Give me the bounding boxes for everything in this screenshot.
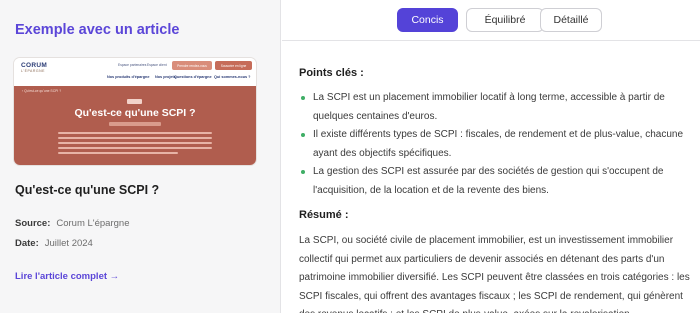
thumbnail-tag xyxy=(127,99,142,104)
bullet-dot-icon xyxy=(301,133,305,137)
bullet-dot-icon xyxy=(301,96,305,100)
date-label: Date: xyxy=(15,238,39,249)
thumbnail-text-line xyxy=(58,152,178,154)
article-title: Qu'est-ce qu'une SCPI ? xyxy=(15,183,160,197)
tab-concis[interactable]: Concis xyxy=(397,8,458,32)
thumbnail-nav-item: Nos projets xyxy=(155,75,176,79)
summary-panel: Concis Équilibré Détaillé Points clés : … xyxy=(282,0,700,313)
thumbnail-nav-item: Qui sommes-nous ? xyxy=(214,75,251,79)
thumbnail-top-link: Espace partenaires xyxy=(118,63,147,67)
read-full-article-link[interactable]: Lire l'article complet → xyxy=(15,271,119,282)
summary-text: La SCPI, ou société civile de placement … xyxy=(299,235,690,313)
thumbnail-meta-bar xyxy=(109,122,161,126)
corum-logo: CORUM xyxy=(21,62,48,69)
corum-logo-sub: L'ÉPARGNE xyxy=(21,69,45,73)
thumbnail-text-line xyxy=(58,132,212,134)
length-tabs: Concis Équilibré Détaillé xyxy=(282,0,700,41)
thumbnail-site-header: CORUM L'ÉPARGNE Espace partenaires Espac… xyxy=(14,58,256,86)
date-value: Juillet 2024 xyxy=(44,238,93,249)
key-point-text: Il existe différents types de SCPI : fis… xyxy=(313,129,684,159)
key-point-item: La SCPI est un placement immobilier loca… xyxy=(299,89,694,126)
thumbnail-text-line xyxy=(58,142,212,144)
key-point-text: La gestion des SCPI est assurée par des … xyxy=(313,166,664,196)
date-row: Date: Juillet 2024 xyxy=(15,238,93,249)
article-panel: Exemple avec un article CORUM L'ÉPARGNE … xyxy=(0,0,281,313)
bullet-dot-icon xyxy=(301,170,305,174)
key-point-text: La SCPI est un placement immobilier loca… xyxy=(313,92,665,122)
thumbnail-text-line xyxy=(58,137,212,139)
thumbnail-hero: › Qu'est-ce qu'une SCPI ? Qu'est-ce qu'u… xyxy=(14,86,256,165)
thumbnail-button: Souscrire en ligne xyxy=(215,61,252,70)
thumbnail-breadcrumb: › Qu'est-ce qu'une SCPI ? xyxy=(22,89,62,93)
thumbnail-button: Prendre rendez-vous xyxy=(172,61,212,70)
key-point-item: Il existe différents types de SCPI : fis… xyxy=(299,126,694,163)
source-value: Corum L'épargne xyxy=(56,218,130,229)
tab-equilibre[interactable]: Équilibré xyxy=(466,8,544,32)
article-thumbnail[interactable]: CORUM L'ÉPARGNE Espace partenaires Espac… xyxy=(14,58,256,165)
tab-detaille[interactable]: Détaillé xyxy=(540,8,602,32)
panel-heading: Exemple avec un article xyxy=(15,22,180,38)
thumbnail-nav-item: Nos produits d'épargne xyxy=(107,75,150,79)
source-label: Source: xyxy=(15,218,51,229)
key-point-item: La gestion des SCPI est assurée par des … xyxy=(299,163,694,200)
thumbnail-nav-item: Questions d'épargne xyxy=(174,75,212,79)
thumbnail-headline: Qu'est-ce qu'une SCPI ? xyxy=(74,107,196,119)
key-points-heading: Points clés : xyxy=(299,67,364,79)
source-row: Source: Corum L'épargne xyxy=(15,218,129,229)
summary-heading: Résumé : xyxy=(299,209,349,221)
thumbnail-text-line xyxy=(58,147,212,149)
thumbnail-top-link: Espace client xyxy=(147,63,167,67)
